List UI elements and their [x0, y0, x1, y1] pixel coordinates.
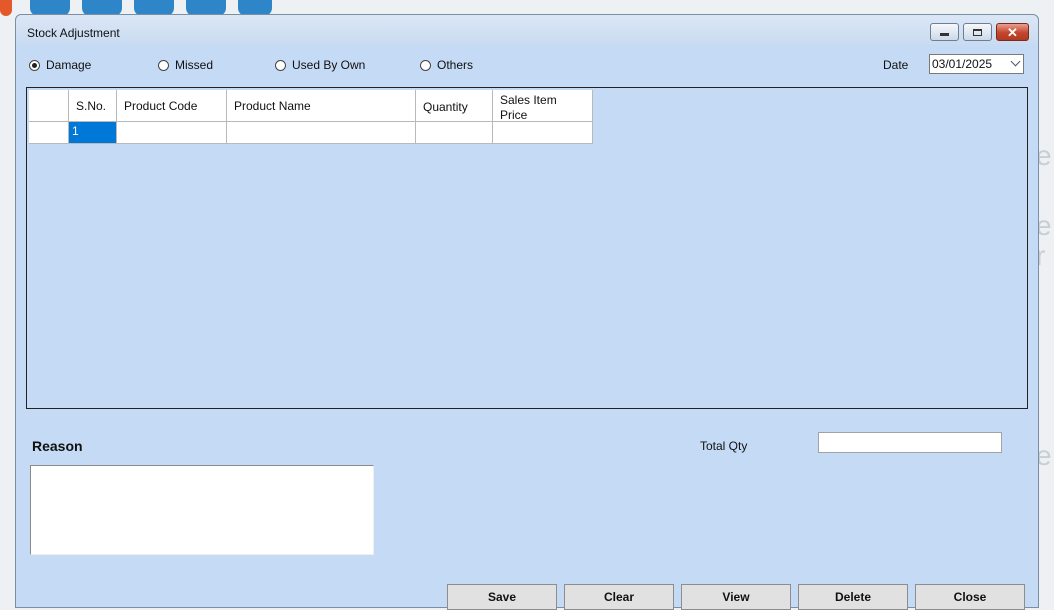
product-grid[interactable]: S.No. Product Code Product Name Quantity…: [26, 87, 1028, 409]
radio-unselected-icon: [275, 59, 286, 71]
radio-label: Damage: [46, 58, 92, 72]
column-header-quantity[interactable]: Quantity: [416, 90, 493, 122]
column-header-sales-item-price[interactable]: Sales Item Price: [493, 90, 593, 122]
row-header[interactable]: [29, 122, 69, 144]
column-header-label: S.No.: [76, 99, 107, 113]
date-label: Date: [883, 58, 909, 72]
row-header-corner: [29, 90, 69, 122]
form-body: Damage Missed Used By Own Others Date 03…: [16, 45, 1038, 610]
date-value: 03/01/2025: [932, 57, 993, 71]
total-qty-label: Total Qty: [700, 439, 748, 453]
cell-product-name[interactable]: [227, 122, 416, 144]
reason-textarea[interactable]: [30, 465, 374, 555]
column-header-label: Quantity: [423, 100, 468, 114]
radio-label: Used By Own: [292, 58, 366, 72]
cell-quantity[interactable]: [416, 122, 493, 144]
radio-unselected-icon: [420, 59, 431, 71]
cell-sales-item-price[interactable]: [493, 122, 593, 144]
column-header-product-name[interactable]: Product Name: [227, 90, 416, 122]
chevron-down-icon[interactable]: [1010, 56, 1021, 67]
maximize-icon: [973, 28, 982, 36]
view-button[interactable]: View: [681, 584, 791, 610]
title-bar[interactable]: Stock Adjustment ✕: [16, 15, 1038, 45]
date-picker[interactable]: 03/01/2025: [929, 54, 1024, 74]
window-title: Stock Adjustment: [27, 26, 120, 40]
cell-product-code[interactable]: [117, 122, 227, 144]
radio-missed[interactable]: Missed: [158, 58, 213, 72]
total-qty-field[interactable]: [818, 432, 1002, 453]
save-button[interactable]: Save: [447, 584, 557, 610]
radio-selected-icon: [29, 59, 40, 71]
minimize-button[interactable]: [930, 23, 959, 41]
close-icon: ✕: [1007, 24, 1018, 40]
cell-sno[interactable]: 1: [69, 122, 117, 144]
radio-used-by-own[interactable]: Used By Own: [275, 58, 365, 72]
maximize-button[interactable]: [963, 23, 992, 41]
close-button[interactable]: Close: [915, 584, 1025, 610]
column-header-label: Sales Item Price: [500, 93, 557, 122]
radio-unselected-icon: [158, 59, 169, 71]
reason-label: Reason: [32, 438, 83, 454]
column-header-product-code[interactable]: Product Code: [117, 90, 227, 122]
clear-button[interactable]: Clear: [564, 584, 674, 610]
column-header-label: Product Name: [234, 99, 311, 113]
radio-damage[interactable]: Damage: [29, 58, 91, 72]
close-window-button[interactable]: ✕: [996, 23, 1029, 41]
stock-adjustment-window: Stock Adjustment ✕ Damage Missed Used By…: [15, 14, 1039, 610]
delete-button[interactable]: Delete: [798, 584, 908, 610]
column-header-sno[interactable]: S.No.: [69, 90, 117, 122]
minimize-icon: [940, 33, 949, 36]
radio-label: Missed: [175, 58, 214, 72]
radio-label: Others: [437, 58, 474, 72]
column-header-label: Product Code: [124, 99, 198, 113]
radio-others[interactable]: Others: [420, 58, 473, 72]
